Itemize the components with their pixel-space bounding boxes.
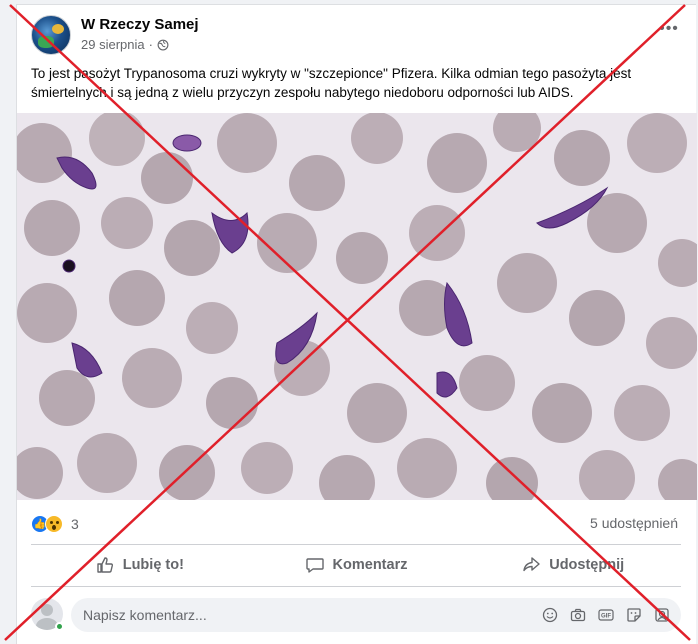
globe-icon [157, 39, 169, 51]
comment-row: Napisz komentarz... GIF [31, 596, 681, 632]
online-status-icon [55, 622, 64, 631]
divider-bottom [31, 586, 681, 587]
like-button[interactable]: Lubię to! [31, 546, 248, 584]
emoji-icon[interactable] [541, 606, 559, 624]
comment-tools: GIF [541, 606, 671, 624]
comment-label: Komentarz [332, 557, 408, 573]
more-options-icon[interactable]: ••• [657, 21, 681, 39]
divider-top [31, 544, 681, 545]
camera-icon[interactable] [569, 606, 587, 624]
post-text: To jest pasożyt Trypanosoma cruzi wykryt… [31, 66, 632, 100]
post-meta: 29 sierpnia · [81, 37, 169, 52]
share-icon [523, 557, 540, 572]
reaction-count: 3 [71, 516, 79, 532]
thumbs-up-icon [97, 557, 113, 573]
shares-count[interactable]: 5 udostępnień [590, 515, 678, 531]
post-date[interactable]: 29 sierpnia [81, 37, 145, 52]
blood-smear-image [17, 113, 697, 500]
wow-reaction-icon [45, 515, 63, 533]
svg-text:GIF: GIF [601, 614, 611, 620]
sticker-icon[interactable] [625, 606, 643, 624]
like-label: Lubię to! [122, 557, 184, 573]
page-name[interactable]: W Rzeczy Samej [81, 16, 199, 33]
comment-button[interactable]: Komentarz [248, 546, 465, 584]
page-avatar[interactable] [31, 15, 71, 55]
post-actions: Lubię to! Komentarz Udostępnij [31, 546, 681, 584]
meta-separator: · [148, 37, 153, 52]
share-button[interactable]: Udostępnij [464, 546, 681, 584]
comment-icon [305, 558, 324, 573]
share-label: Udostępnij [549, 557, 625, 573]
post-header: W Rzeczy Samej 29 sierpnia · ••• [31, 15, 681, 55]
avatar-sticker-icon[interactable] [653, 606, 671, 624]
post-card: W Rzeczy Samej 29 sierpnia · ••• To jest… [16, 4, 697, 644]
reactions-summary[interactable]: 👍 3 [31, 514, 79, 534]
post-image[interactable] [17, 113, 697, 500]
gif-icon[interactable]: GIF [597, 606, 615, 624]
